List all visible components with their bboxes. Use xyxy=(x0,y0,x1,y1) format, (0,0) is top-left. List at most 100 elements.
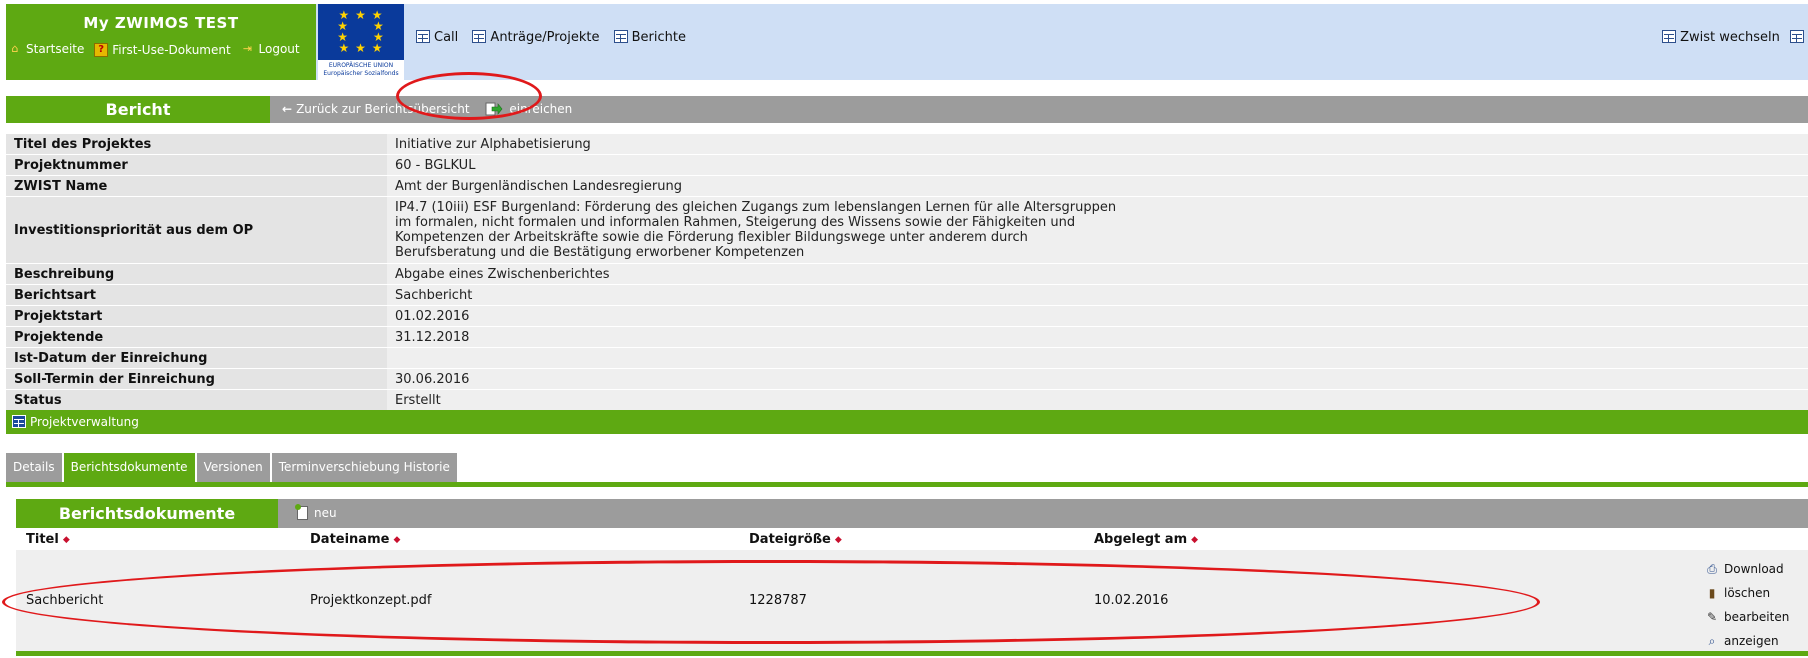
info-label: Soll-Termin der Einreichung xyxy=(6,368,387,390)
tab-versionen[interactable]: Versionen xyxy=(196,453,270,482)
info-value: 30.06.2016 xyxy=(387,368,1808,390)
sort-icon: ◆ xyxy=(62,535,70,545)
delete-label: löschen xyxy=(1724,586,1771,600)
info-label: Projektende xyxy=(6,326,387,348)
eu-subcaption-line: Europäischer Sozialfonds xyxy=(323,70,399,77)
submit-icon xyxy=(485,102,503,116)
table-icon xyxy=(1790,30,1804,43)
help-icon: ? xyxy=(94,42,109,57)
back-label: Zurück zur Berichtsübersicht xyxy=(296,102,470,116)
tab-berichtsdokumente[interactable]: Berichtsdokumente xyxy=(63,453,195,482)
back-to-overview-link[interactable]: ← Zurück zur Berichtsübersicht xyxy=(282,102,470,116)
eu-stars-icon: ★ ★ ★ ★ ★ ★ ★ ★ ★ ★ xyxy=(337,8,385,55)
new-label: neu xyxy=(314,506,337,520)
zwist-wechseln-link[interactable]: Zwist wechseln xyxy=(1662,30,1780,45)
info-row: Titel des Projektes Initiative zur Alphab… xyxy=(6,134,1808,155)
info-label: Ist-Datum der Einreichung xyxy=(6,347,387,369)
new-document-icon xyxy=(295,504,308,520)
info-label: Berichtsart xyxy=(6,284,387,306)
sort-icon: ◆ xyxy=(1191,535,1199,545)
tab-underline xyxy=(6,482,1808,487)
info-value: 31.12.2018 xyxy=(387,326,1808,348)
cell-dateiname: Projektkonzept.pdf xyxy=(310,593,432,608)
info-row: Ist-Datum der Einreichung xyxy=(6,347,1808,369)
row-actions: ⎙ Download ▮ löschen ✎ bearbeiten ⌕ anzeigen xyxy=(1704,557,1789,653)
startseite-link[interactable]: ⌂ Startseite xyxy=(8,41,85,56)
col-abgelegt-label: Abgelegt am xyxy=(1094,532,1188,547)
tab-details[interactable]: Details xyxy=(6,453,62,482)
info-row: Beschreibung Abgabe eines Zwischenbericht… xyxy=(6,263,1808,285)
cell-titel: Sachbericht xyxy=(26,593,104,608)
cell-dateigroesse: 1228787 xyxy=(749,593,807,608)
bericht-info-table: Titel des Projektes Initiative zur Alphab… xyxy=(6,134,1808,411)
info-label: Projektnummer xyxy=(6,154,387,176)
new-document-link[interactable]: neu xyxy=(295,499,337,528)
info-row: ZWIST Name Amt der Burgenländischen Lande… xyxy=(6,175,1808,197)
home-icon: ⌂ xyxy=(11,42,19,55)
tab-bar: Details Berichtsdokumente Versionen Terminv… xyxy=(6,453,459,482)
download-button[interactable]: ⎙ Download xyxy=(1704,557,1789,581)
info-value-line: IP4.7 (10iii) ESF Burgenland: Förderung … xyxy=(395,200,1117,215)
top-right-nav: Zwist wechseln xyxy=(1662,30,1808,45)
table-icon xyxy=(472,30,487,43)
col-dateigroesse-label: Dateigröße xyxy=(749,532,831,547)
startseite-label: Startseite xyxy=(26,41,85,56)
table-icon xyxy=(416,30,430,43)
bericht-actions: ← Zurück zur Berichtsübersicht einreichen xyxy=(282,96,584,123)
info-row: Soll-Termin der Einreichung 30.06.2016 xyxy=(6,368,1808,390)
eu-logo-caption: EUROPÄISCHE UNION Europäischer Sozialfon… xyxy=(318,60,404,80)
arrow-left-icon: ← xyxy=(282,102,293,116)
info-label: ZWIST Name xyxy=(6,175,387,197)
info-value: Initiative zur Alphabetisierung xyxy=(387,134,1808,155)
einreichen-label: einreichen xyxy=(509,102,573,116)
edit-button[interactable]: ✎ bearbeiten xyxy=(1704,605,1789,629)
projektverwaltung-bar[interactable]: Projektverwaltung xyxy=(6,410,1808,434)
table-bottom-line xyxy=(16,651,1808,656)
documents-table-header: Titel ◆ Dateiname ◆ Dateigröße ◆ Abgelegt a… xyxy=(16,528,1808,550)
tab-terminverschiebung-historie[interactable]: Terminverschiebung Historie xyxy=(271,453,457,482)
col-titel[interactable]: Titel ◆ xyxy=(26,532,70,547)
nav-antraege-projekte[interactable]: Anträge/Projekte xyxy=(472,30,599,45)
info-value: Sachbericht xyxy=(387,284,1808,306)
info-value-line: Kompetenzen der Arbeitskräfte sowie die … xyxy=(395,230,1028,245)
bericht-title: Bericht xyxy=(6,96,270,123)
table-icon xyxy=(613,30,628,43)
col-dateigroesse[interactable]: Dateigröße ◆ xyxy=(749,532,842,547)
info-value: IP4.7 (10iii) ESF Burgenland: Förderung … xyxy=(387,196,1808,264)
nav-call-label: Call xyxy=(434,30,459,45)
info-row: Projektstart 01.02.2016 xyxy=(6,305,1808,327)
nav-berichte[interactable]: Berichte xyxy=(613,30,686,45)
col-dateiname-label: Dateiname xyxy=(310,532,390,547)
view-label: anzeigen xyxy=(1724,634,1779,648)
logout-label: Logout xyxy=(258,41,300,56)
trash-icon: ▮ xyxy=(1708,586,1716,600)
info-row: Status Erstellt xyxy=(6,389,1808,411)
nav-berichte-label: Berichte xyxy=(631,30,686,45)
info-label: Investitionspriorität aus dem OP xyxy=(6,196,387,264)
cell-abgelegt-am: 10.02.2016 xyxy=(1094,593,1169,608)
delete-button[interactable]: ▮ löschen xyxy=(1704,581,1789,605)
nav-antraege-label: Anträge/Projekte xyxy=(490,30,600,45)
first-use-link[interactable]: ? First-Use-Dokument xyxy=(94,42,231,57)
top-nav: Call Anträge/Projekte Berichte xyxy=(416,30,696,45)
info-value: Abgabe eines Zwischenberichtes xyxy=(387,263,1808,285)
info-value: Amt der Burgenländischen Landesregierung xyxy=(387,175,1808,197)
download-icon: ⎙ xyxy=(1707,562,1717,576)
edit-label: bearbeiten xyxy=(1724,610,1790,624)
col-abgelegt-am[interactable]: Abgelegt am ◆ xyxy=(1094,532,1198,547)
info-label: Titel des Projektes xyxy=(6,134,387,155)
info-label: Status xyxy=(6,389,387,411)
info-value xyxy=(387,347,1808,369)
logout-link[interactable]: ⇥ Logout xyxy=(241,42,300,56)
einreichen-link[interactable]: einreichen xyxy=(485,102,572,116)
zwist-wechseln-label: Zwist wechseln xyxy=(1680,30,1780,45)
app-title: My ZWIMOS TEST xyxy=(83,14,239,32)
sort-icon: ◆ xyxy=(393,535,401,545)
table-icon xyxy=(1662,30,1677,43)
projektverwaltung-label: Projektverwaltung xyxy=(30,415,139,429)
view-button[interactable]: ⌕ anzeigen xyxy=(1704,629,1789,653)
col-dateiname[interactable]: Dateiname ◆ xyxy=(310,532,400,547)
info-value-line: im formalen, nicht formalen und informal… xyxy=(395,215,1076,230)
nav-call[interactable]: Call xyxy=(416,30,458,45)
sort-icon: ◆ xyxy=(834,535,842,545)
